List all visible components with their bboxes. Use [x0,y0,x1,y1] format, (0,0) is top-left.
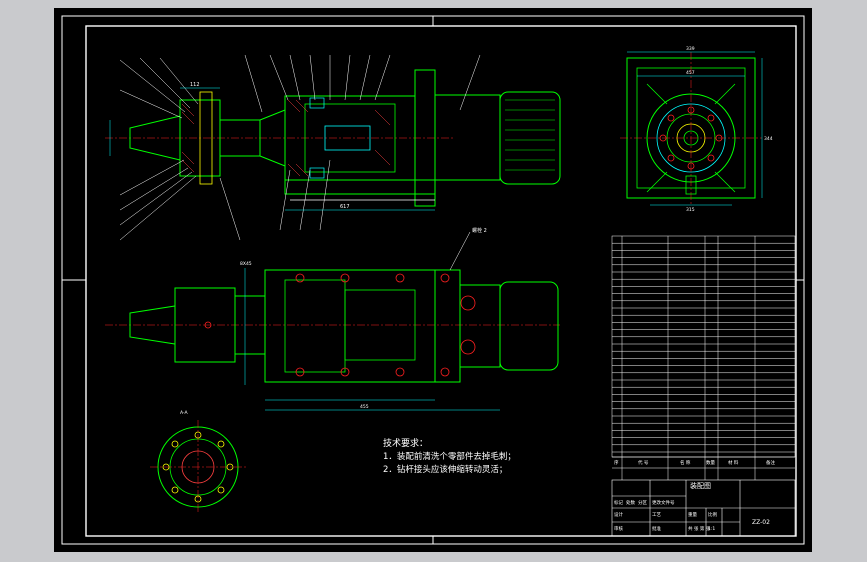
plan-view: 螺栓 2 455 [105,227,560,411]
section-label-a: A-A [180,410,189,416]
title-sheets: 共 张 第 张 [688,525,711,532]
front-dim-small: 112 [190,82,200,88]
title-mark: 标记 [614,499,623,506]
title-drawing-no: ZZ-02 [752,519,770,526]
parts-list [611,235,796,480]
title-weight: 重量 [688,511,697,518]
title-count: 处数 [626,499,635,506]
title-process: 工艺 [652,512,661,518]
front-section-view: 112 617 [105,54,561,241]
top-label: 8X45 [240,261,252,267]
side-dim-top: 339 [686,46,695,52]
header-seq: 序 [614,459,619,466]
header-note: 备注 [766,459,775,466]
header-qty: 数量 [706,459,715,466]
tech-heading: 技术要求： [383,437,428,449]
title-check: 审核 [614,525,623,532]
header-code: 代 号 [638,459,649,466]
side-dim-height: 344 [764,136,773,142]
tech-requirements: 技术要求： 1．装配前清洗个零部件去掉毛刺； 2．钻杆接头应该伸缩转动灵活； [383,437,516,475]
side-dim-second: 457 [686,70,695,76]
title-design: 设计 [614,511,623,518]
tech-item-2: 2．钻杆接头应该伸缩转动灵活； [383,464,507,475]
title-block: 装配图 标记 处数 分区 更改文件号 设计 审核 工艺 批准 重量 比例 1:1… [611,479,796,537]
tech-item-1: 1．装配前清洗个零部件去掉毛刺； [383,451,516,462]
header-material: 材 料 [728,459,739,466]
cad-drawing: 112 617 339 457 344 315 螺栓 2 455 技术要求： 1… [61,15,805,545]
plan-note: 螺栓 2 [472,227,487,234]
title-approve: 批准 [652,525,661,532]
title-change-doc: 更改文件号 [652,499,675,506]
section-a-view [150,420,246,514]
title-drawing-name: 装配图 [690,481,711,490]
side-view: 339 457 344 315 [620,46,773,213]
front-dim-total: 617 [340,204,350,210]
plan-dim-length: 455 [360,404,369,410]
title-scale-label: 比例 [708,511,717,518]
side-dim-bottom: 315 [686,207,695,213]
header-name: 名 称 [680,459,691,466]
parts-list-header: 序 代 号 名 称 数量 材 料 备注 [612,456,795,469]
title-zone: 分区 [638,499,647,506]
